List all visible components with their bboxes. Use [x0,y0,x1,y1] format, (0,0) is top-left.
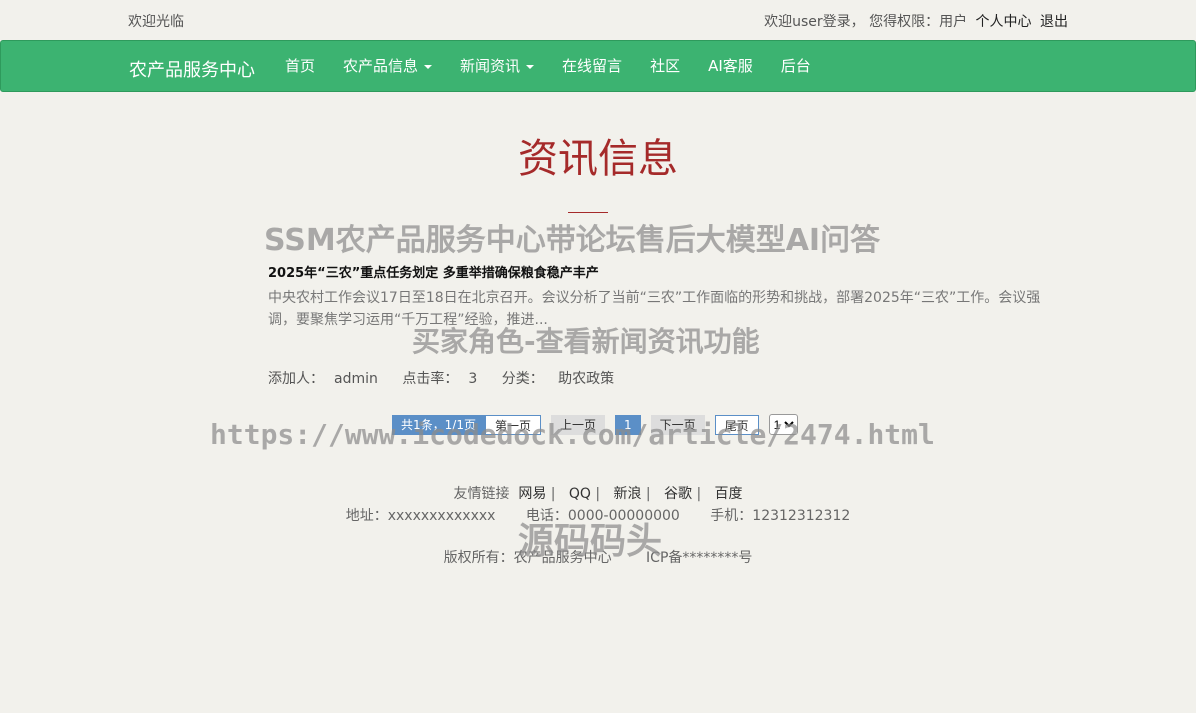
chevron-down-icon [424,64,433,69]
link-sina[interactable]: 新浪 [613,486,641,502]
address-text: 地址：xxxxxxxxxxxxx [345,508,496,524]
last-page-button[interactable]: 尾页 [714,414,759,435]
news-meta: 添加人： admin 点击率： 3 分类： 助农政策 [268,368,634,388]
link-netease[interactable]: 网易 [518,486,546,502]
news-title-link[interactable]: 2025年“三农”重点任务划定 多重举措确保粮食稳产丰产 [268,262,599,281]
first-page-button[interactable]: 第一页 [484,414,541,435]
pagination: 共1条，1/1页 第一页 上一页 1 下一页 尾页 1 [392,414,798,435]
mobile-text: 手机：12312312312 [710,508,851,524]
icp-text: ICP备********号 [646,550,753,566]
nav-home[interactable]: 首页 [271,41,329,91]
pagination-total: 共1条，1/1页 [392,414,485,435]
chevron-down-icon [526,64,535,69]
friend-links-label: 友情链接 [453,486,510,502]
link-google[interactable]: 谷歌 [664,486,692,502]
page-select[interactable]: 1 [768,414,798,435]
news-summary: 中央农村工作会议17日至18日在北京召开。会议分析了当前“三农”工作面临的形势和… [268,290,1041,328]
user-status: 欢迎user登录， 您得权限：用户 个人中心 退出 [764,11,1068,31]
clicks-info: 点击率： 3 [402,371,478,387]
friend-links: 友情链接 网易 | QQ | 新浪 | 谷歌 | 百度 [453,486,743,502]
brand-link[interactable]: 农产品服务中心 [129,56,255,82]
copyright-info: 版权所有：农产品服务中心 ICP备********号 [0,547,1196,567]
nav-admin[interactable]: 后台 [767,41,825,91]
watermark-title: SSM农产品服务中心带论坛售后大模型AI问答 [264,223,881,258]
adder-info: 添加人： admin [268,371,378,387]
category-info: 分类： 助农政策 [501,371,615,387]
current-page-button[interactable]: 1 [614,414,641,435]
next-page-button[interactable]: 下一页 [650,414,705,435]
main-navbar: 农产品服务中心 首页 农产品信息 新闻资讯 在线留言 社区 AI客服 后台 [0,40,1196,92]
title-divider [568,212,608,213]
nav-community[interactable]: 社区 [636,41,694,91]
nav-menu: 首页 农产品信息 新闻资讯 在线留言 社区 AI客服 后台 [271,41,825,91]
logout-link[interactable]: 退出 [1040,14,1068,30]
welcome-text: 欢迎光临 [128,14,184,30]
nav-products-dropdown[interactable]: 农产品信息 [329,41,446,91]
nav-news-dropdown[interactable]: 新闻资讯 [446,41,548,91]
top-bar: 欢迎光临 欢迎user登录， 您得权限：用户 个人中心 退出 [0,0,1196,40]
nav-message[interactable]: 在线留言 [548,41,636,91]
page-title: 资讯信息 [518,136,678,182]
copyright-text: 版权所有：农产品服务中心 [443,550,612,566]
contact-info: 地址：xxxxxxxxxxxxx 电话：0000-00000000 手机：123… [0,505,1196,525]
link-qq[interactable]: QQ [569,486,591,502]
prev-page-button[interactable]: 上一页 [550,414,605,435]
phone-text: 电话：0000-00000000 [525,508,680,524]
nav-ai-service[interactable]: AI客服 [694,41,767,91]
login-status-text: 欢迎user登录， 您得权限：用户 [764,14,968,30]
link-baidu[interactable]: 百度 [715,486,743,502]
user-center-link[interactable]: 个人中心 [976,14,1032,30]
